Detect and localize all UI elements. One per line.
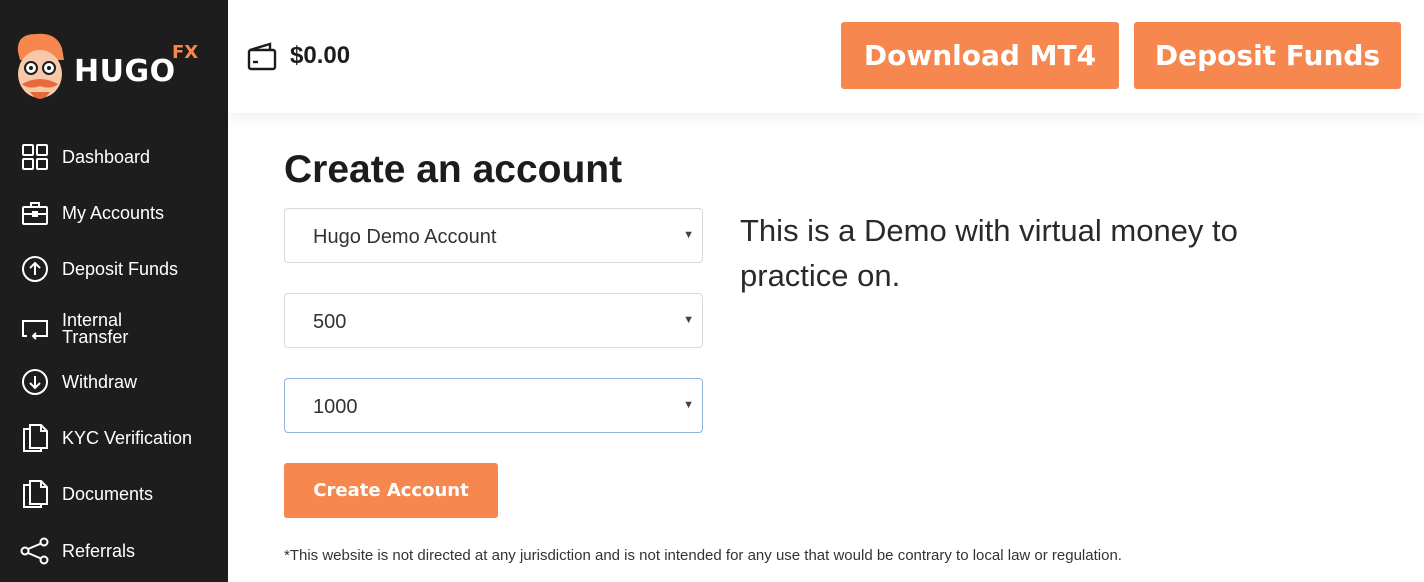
sidebar-item-label: Deposit Funds	[62, 258, 179, 279]
chevron-down-icon: ▼	[683, 314, 694, 326]
briefcase-icon	[20, 198, 50, 228]
download-mt4-button[interactable]: Download MT4	[841, 22, 1119, 89]
sidebar-item-label: Internal Transfer	[62, 310, 129, 347]
select-value: 500	[313, 311, 347, 333]
sidebar-item-label: Documents	[62, 483, 154, 504]
sidebar-item-label: KYC Verification	[62, 427, 193, 448]
create-account-button[interactable]: Create Account	[284, 463, 498, 518]
sidebar-item-documents[interactable]: Documents	[0, 470, 228, 518]
sidebar-item-referrals[interactable]: Referrals	[0, 527, 228, 575]
leverage-select[interactable]: 500 ▼	[284, 293, 703, 348]
sidebar-item-label: My Accounts	[62, 202, 165, 223]
select-value: 1000	[313, 396, 358, 418]
wallet-icon	[247, 42, 277, 71]
sidebar-item-deposit-funds[interactable]: Deposit Funds	[0, 245, 228, 293]
document-icon	[20, 423, 50, 453]
legal-disclaimer: *This website is not directed at any jur…	[284, 547, 1122, 564]
account-balance: $0.00	[290, 42, 351, 69]
amount-select[interactable]: 1000 ▼	[284, 378, 703, 433]
transfer-icon	[20, 314, 50, 344]
brand-name: HUGO	[74, 54, 176, 89]
share-icon	[20, 536, 50, 566]
account-type-select[interactable]: Hugo Demo Account ▼	[284, 208, 703, 263]
deposit-funds-button[interactable]: Deposit Funds	[1134, 22, 1401, 89]
sidebar-item-label: Referrals	[62, 540, 136, 561]
arrow-up-circle-icon	[20, 254, 50, 284]
sidebar-item-withdraw[interactable]: Withdraw	[0, 358, 228, 406]
chevron-down-icon: ▼	[683, 229, 694, 241]
brand-suffix: FX	[172, 42, 199, 63]
hugo-mascot-icon	[17, 33, 64, 99]
select-value: Hugo Demo Account	[313, 226, 497, 248]
sidebar-item-label: Withdraw	[62, 371, 138, 392]
sidebar: HUGO FX Dashboard My Accounts Deposit Fu…	[0, 0, 228, 582]
sidebar-item-label: Dashboard	[62, 146, 151, 167]
page-title: Create an account	[284, 148, 623, 191]
sidebar-item-kyc-verification[interactable]: KYC Verification	[0, 414, 228, 462]
documents-icon	[20, 479, 50, 509]
top-bar: $0.00 Download MT4 Deposit Funds	[228, 0, 1424, 113]
brand-logo[interactable]: HUGO FX	[12, 30, 212, 108]
sidebar-item-dashboard[interactable]: Dashboard	[0, 133, 228, 181]
chevron-down-icon: ▼	[683, 399, 694, 411]
grid-icon	[20, 142, 50, 172]
sidebar-item-my-accounts[interactable]: My Accounts	[0, 189, 228, 237]
account-info-text: This is a Demo with virtual money to pra…	[740, 213, 1238, 293]
arrow-down-circle-icon	[20, 367, 50, 397]
sidebar-item-internal-transfer[interactable]: Internal Transfer	[0, 305, 228, 353]
